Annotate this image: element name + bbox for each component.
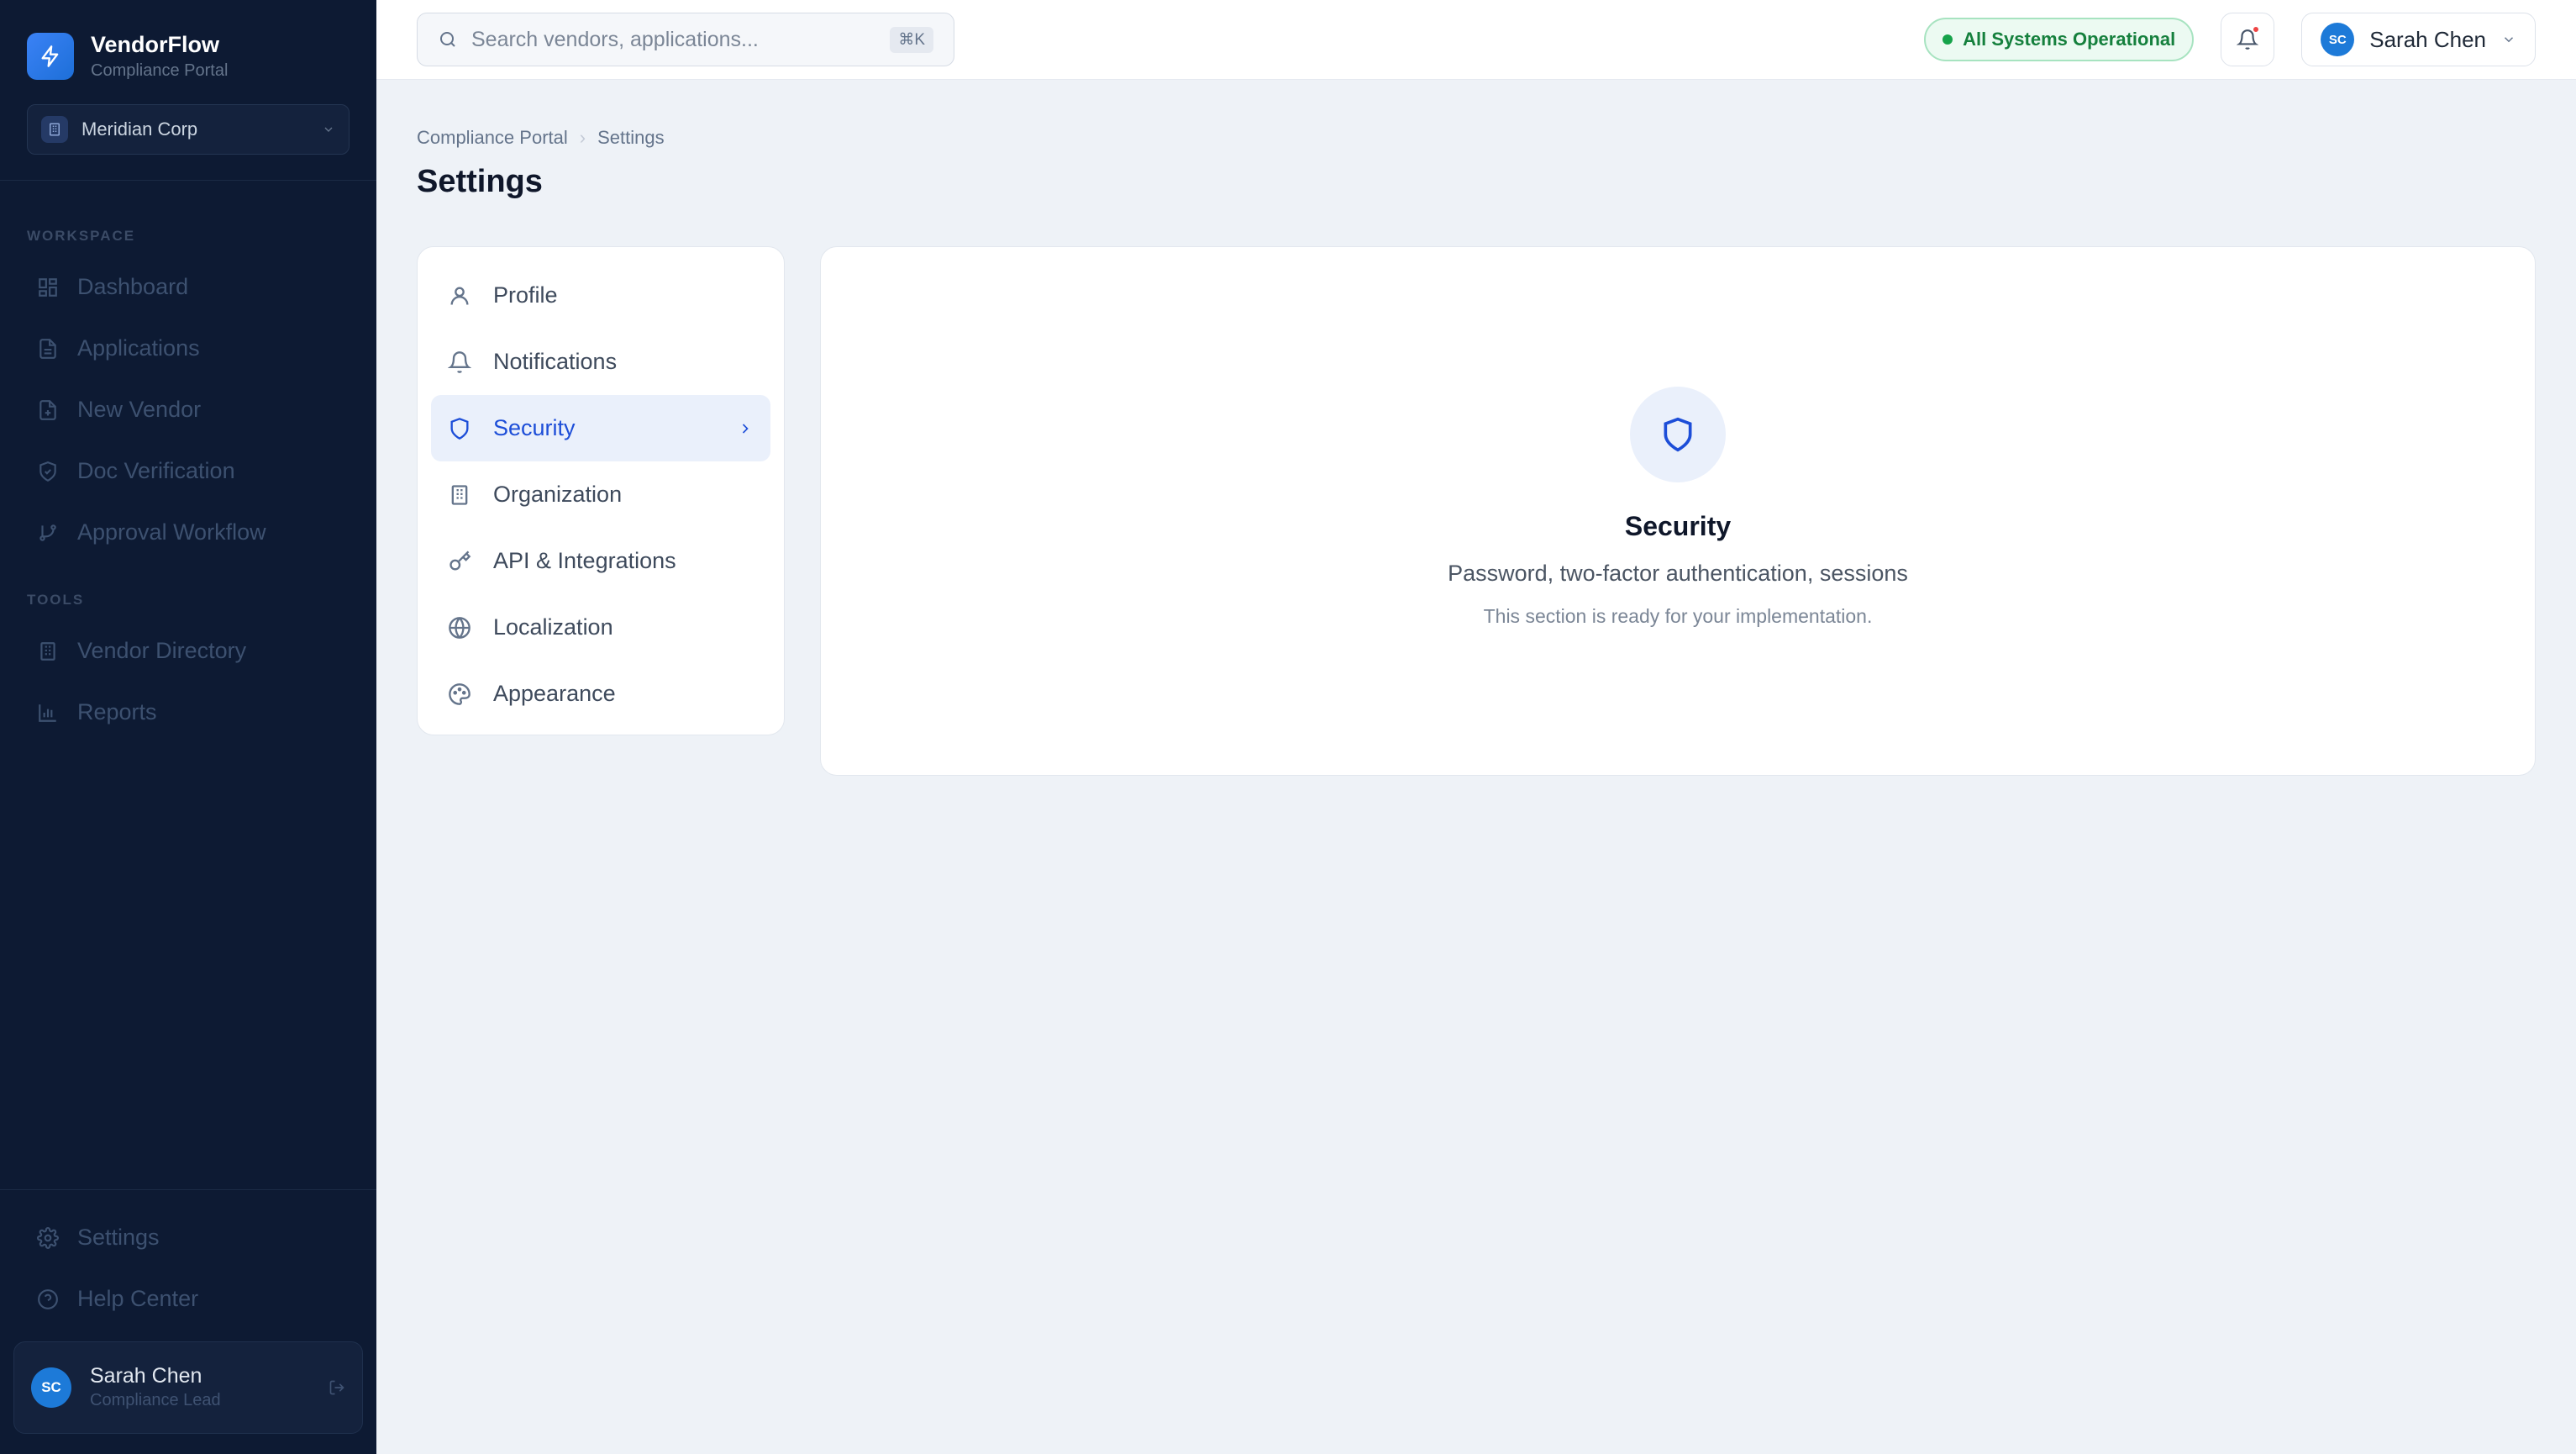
sidebar-item-dashboard[interactable]: Dashboard: [0, 256, 376, 318]
chevron-down-icon: [2501, 32, 2516, 47]
search-input[interactable]: Search vendors, applications... ⌘K: [417, 13, 954, 66]
notifications-button[interactable]: [2221, 13, 2275, 66]
brand-name: VendorFlow: [91, 32, 220, 57]
chevron-down-icon: [322, 123, 335, 136]
user-role: Compliance Lead: [90, 1391, 221, 1409]
user-icon: [450, 287, 469, 305]
settings-item-security[interactable]: Security: [431, 395, 770, 461]
settings-item-label: API & Integrations: [493, 548, 676, 573]
settings-item-label: Security: [493, 415, 576, 440]
sidebar-item-doc-verification[interactable]: Doc Verification: [0, 440, 376, 502]
key-icon: [449, 551, 471, 570]
sidebar: VendorFlow Compliance Portal Meridian Co…: [0, 0, 376, 1454]
sidebar-item-label: Vendor Directory: [77, 638, 247, 663]
shield-icon: [450, 417, 469, 440]
settings-item-appearance[interactable]: Appearance: [431, 661, 770, 727]
settings-item-label: Notifications: [493, 349, 618, 374]
avatar: SC: [2321, 23, 2355, 56]
sidebar-item-settings[interactable]: Settings: [0, 1207, 376, 1268]
sidebar-item-reports[interactable]: Reports: [0, 682, 376, 743]
sidebar-item-vendor-directory[interactable]: Vendor Directory: [0, 620, 376, 682]
settings-item-label: Organization: [493, 482, 623, 507]
brand-subtitle: Compliance Portal: [91, 61, 229, 80]
sidebar-item-label: New Vendor: [77, 397, 202, 422]
security-panel: Security Password, two-factor authentica…: [820, 246, 2536, 776]
logout-icon[interactable]: [329, 1379, 345, 1396]
section-label-workspace: WORKSPACE: [27, 228, 136, 244]
grid-icon: [39, 277, 57, 297]
page-title: Settings: [417, 164, 543, 199]
sidebar-item-label: Approval Workflow: [77, 519, 266, 545]
chevron-right-icon: [742, 423, 749, 434]
notification-dot: [2252, 25, 2261, 34]
panel-subtitle: Password, two-factor authentication, ses…: [1448, 561, 1908, 586]
settings-item-localization[interactable]: Localization: [431, 594, 770, 661]
settings-item-organization[interactable]: Organization: [431, 461, 770, 528]
bar-chart-icon: [39, 703, 56, 722]
sidebar-item-approval-workflow[interactable]: Approval Workflow: [0, 502, 376, 563]
user-name: Sarah Chen: [2369, 26, 2486, 52]
bell-icon: [448, 350, 471, 373]
status-dot: [1943, 34, 1953, 45]
org-name: Meridian Corp: [81, 119, 198, 140]
sidebar-divider: [0, 180, 376, 181]
panel-note: This section is ready for your implement…: [1483, 605, 1873, 627]
sidebar-item-help-center[interactable]: Help Center: [0, 1268, 376, 1330]
document-plus-icon: [39, 399, 56, 420]
breadcrumb-item[interactable]: Compliance Portal: [417, 127, 568, 149]
settings-item-profile[interactable]: Profile: [431, 262, 770, 329]
user-name: Sarah Chen: [90, 1364, 202, 1388]
status-text: All Systems Operational: [1963, 29, 2176, 50]
settings-item-api-integrations[interactable]: API & Integrations: [431, 528, 770, 594]
main-content: Compliance Portal › Settings Settings Pr…: [417, 80, 2536, 776]
sidebar-item-label: Reports: [77, 699, 157, 724]
breadcrumb-item: Settings: [597, 127, 665, 148]
sidebar-item-label: Help Center: [77, 1286, 199, 1311]
shield-icon: [1630, 387, 1726, 482]
settings-item-notifications[interactable]: Notifications: [431, 329, 770, 395]
sidebar-item-label: Doc Verification: [77, 458, 235, 483]
building-icon: [41, 116, 68, 143]
search-placeholder: Search vendors, applications...: [471, 27, 759, 51]
brand[interactable]: VendorFlow Compliance Portal: [0, 0, 376, 82]
settings-nav: Profile Notifications Security Organizat…: [417, 246, 785, 735]
settings-item-label: Profile: [493, 282, 558, 308]
sidebar-item-label: Dashboard: [77, 274, 189, 299]
building-icon: [40, 641, 55, 661]
gear-icon: [37, 1226, 59, 1249]
breadcrumb: Compliance Portal › Settings: [417, 127, 2536, 149]
sidebar-item-label: Settings: [77, 1225, 160, 1250]
user-menu-button[interactable]: SC Sarah Chen: [2301, 13, 2536, 66]
bolt-icon: [27, 33, 74, 80]
sidebar-user-card[interactable]: SC Sarah Chen Compliance Lead: [13, 1341, 363, 1434]
settings-item-label: Localization: [493, 614, 613, 640]
shield-check-icon: [39, 461, 56, 482]
section-label-tools: TOOLS: [27, 592, 85, 608]
document-icon: [39, 338, 56, 359]
help-icon: [38, 1288, 58, 1309]
panel-title: Security: [1624, 511, 1732, 541]
palette-icon: [449, 682, 471, 705]
sidebar-item-new-vendor[interactable]: New Vendor: [0, 379, 376, 440]
search-icon: [438, 29, 458, 50]
sidebar-item-label: Applications: [77, 335, 200, 361]
topbar: Search vendors, applications... ⌘K All S…: [376, 0, 2576, 80]
search-shortcut: ⌘K: [890, 26, 933, 53]
sidebar-divider: [0, 1189, 376, 1190]
org-selector[interactable]: Meridian Corp: [27, 104, 350, 155]
breadcrumb-separator: ›: [579, 127, 586, 148]
settings-item-label: Appearance: [493, 681, 616, 706]
status-badge[interactable]: All Systems Operational: [1924, 18, 2195, 61]
avatar: SC: [31, 1367, 71, 1408]
building-icon: [451, 484, 468, 505]
sidebar-item-applications[interactable]: Applications: [0, 318, 376, 379]
branch-icon: [39, 524, 56, 541]
globe-icon: [449, 616, 471, 639]
